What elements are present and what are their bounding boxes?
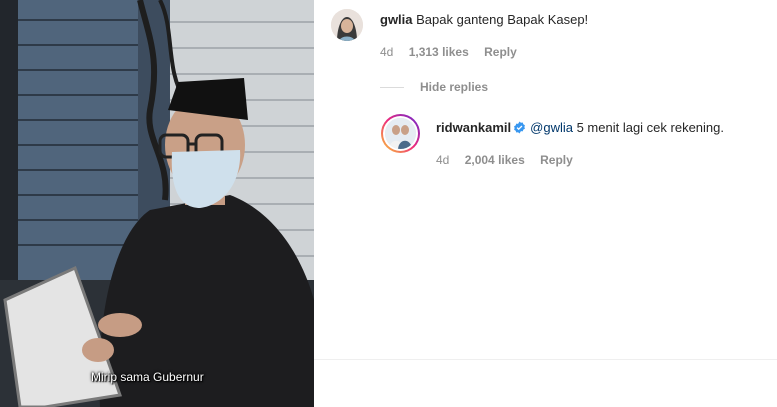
post-photo[interactable]: Mirip sama Gubernur [0, 0, 314, 407]
photo-illustration [0, 0, 314, 407]
reply-text: 5 menit lagi cek rekening. [572, 120, 724, 135]
hide-replies-label: Hide replies [420, 80, 489, 94]
avatar-image [385, 118, 416, 149]
hide-replies-button[interactable]: Hide replies [380, 80, 488, 94]
reply-button[interactable]: Reply [540, 153, 573, 167]
comments-panel: gwlia Bapak ganteng Bapak Kasep! 4d 1,31… [314, 0, 777, 407]
reply-button[interactable]: Reply [484, 45, 517, 59]
avatar-ridwankamil[interactable] [381, 114, 420, 153]
comment-meta: 4d 1,313 likes Reply [380, 45, 529, 59]
reply-ridwankamil: ridwankamil @gwlia 5 menit lagi cek reken… [436, 120, 724, 135]
panel-divider [314, 359, 777, 360]
mention-link[interactable]: @gwlia [530, 120, 573, 135]
avatar-gwlia[interactable] [331, 9, 363, 41]
photo-caption: Mirip sama Gubernur [91, 370, 204, 384]
divider-line [380, 86, 404, 88]
reply-meta: 4d 2,004 likes Reply [436, 153, 585, 167]
reply-likes[interactable]: 2,004 likes [465, 153, 525, 167]
comment-username[interactable]: gwlia [380, 12, 413, 27]
comment-text: Bapak ganteng Bapak Kasep! [416, 12, 589, 27]
avatar-image [331, 9, 363, 41]
comment-likes[interactable]: 1,313 likes [409, 45, 469, 59]
comment-gwlia: gwlia Bapak ganteng Bapak Kasep! [380, 12, 588, 27]
reply-time[interactable]: 4d [436, 153, 449, 167]
verified-icon [514, 121, 526, 134]
comment-time[interactable]: 4d [380, 45, 393, 59]
reply-username[interactable]: ridwankamil [436, 120, 511, 135]
